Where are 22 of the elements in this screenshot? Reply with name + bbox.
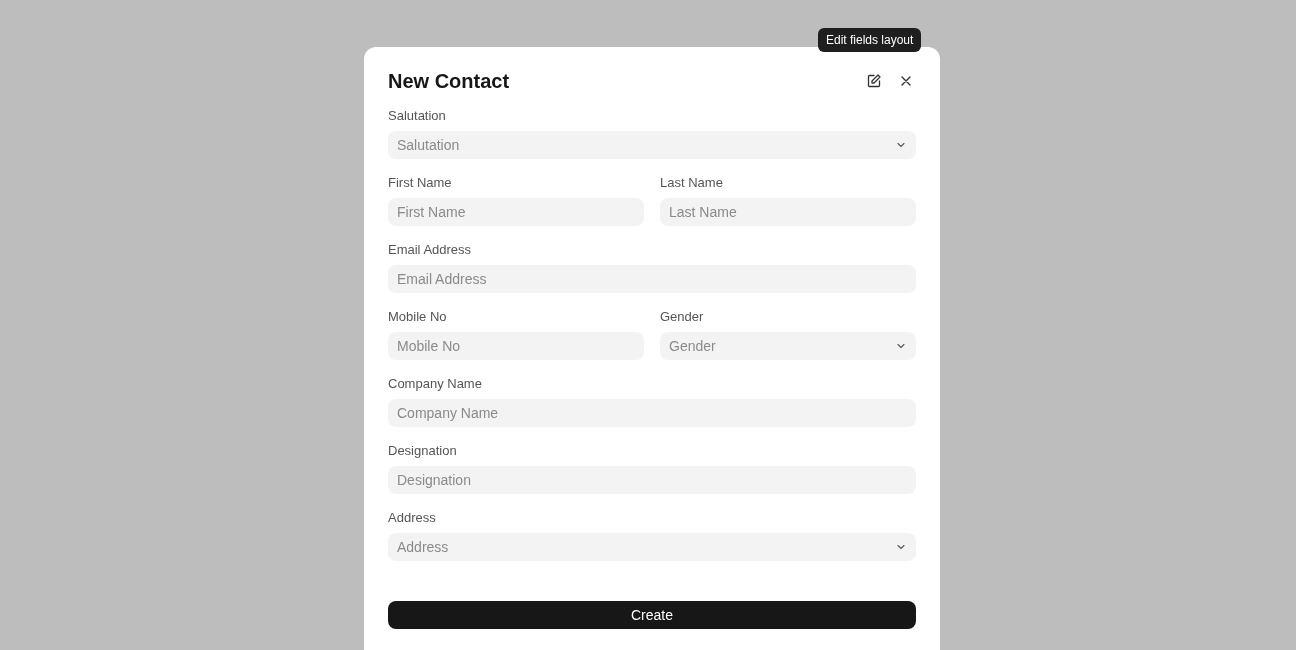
field-label: Mobile No [388,309,448,324]
field-label: Last Name [660,175,724,190]
input-field[interactable]: First Name [388,198,644,226]
field-label: Email Address [388,242,473,257]
field-label: Address [388,510,437,525]
input-field[interactable]: Designation [388,466,916,494]
field-label: Salutation [388,108,447,123]
field-label: First Name [388,175,453,190]
create-button[interactable]: Create [388,601,916,629]
select-field[interactable]: Address [388,533,916,561]
tooltip: Edit fields layout [818,28,922,52]
field-label: Gender [660,309,705,324]
dialog-title: New Contact [388,69,510,93]
input-field[interactable]: Company Name [388,399,916,427]
field-label: Designation [388,443,458,458]
select-field[interactable]: Salutation [388,131,916,159]
edit-icon[interactable] [866,73,882,89]
input-field[interactable]: Last Name [660,198,916,226]
select-field[interactable]: Gender [660,332,916,360]
field-label: Company Name [388,376,483,391]
input-field[interactable]: Email Address [388,265,916,293]
input-field[interactable]: Mobile No [388,332,644,360]
